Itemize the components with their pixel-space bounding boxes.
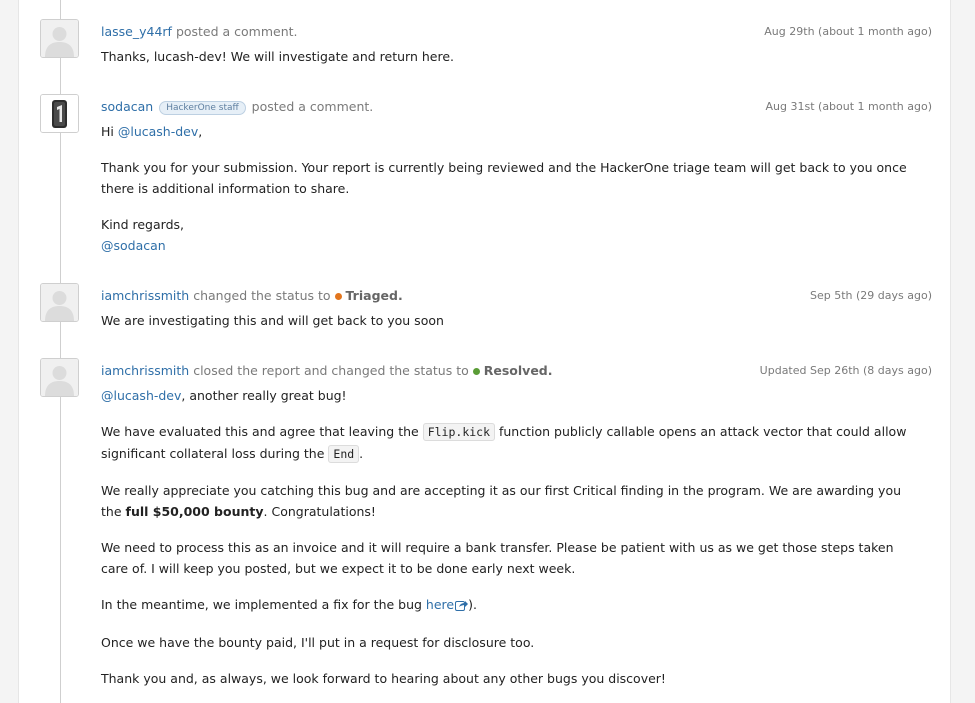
comment-paragraph: Thank you for your submission. Your repo… <box>101 160 907 196</box>
comment-text: Thanks, lucash-dev! We will investigate … <box>101 49 454 64</box>
comment-intro: @lucash-dev, another really great bug! <box>101 385 913 406</box>
text-span: . Congratulations! <box>263 504 376 519</box>
comment-body: Hi @lucash-dev, Thank you for your submi… <box>101 121 913 256</box>
bottle-avatar-icon <box>41 95 78 132</box>
username-link[interactable]: iamchrissmith <box>101 288 189 303</box>
greeting: Hi @lucash-dev, <box>101 121 913 142</box>
timestamp[interactable]: Aug 29th (about 1 month ago) <box>764 25 932 38</box>
person-silhouette-icon <box>41 20 78 57</box>
avatar[interactable] <box>40 283 79 322</box>
comment-meta: sodacan HackerOne staff posted a comment… <box>101 99 373 115</box>
comment-paragraph: Once we have the bounty paid, I'll put i… <box>101 635 535 650</box>
timestamp[interactable]: Updated Sep 26th (8 days ago) <box>760 364 932 377</box>
signature: @sodacan <box>101 235 913 256</box>
comment-body: We are investigating this and will get b… <box>101 310 913 331</box>
staff-badge: HackerOne staff <box>159 101 246 115</box>
activity-timeline: lasse_y44rf posted a comment. Aug 29th (… <box>18 0 951 703</box>
status-dot-icon <box>334 293 342 300</box>
username-link[interactable]: sodacan <box>101 99 153 114</box>
comment-body: @lucash-dev, another really great bug! W… <box>101 385 913 689</box>
signoff: Kind regards, <box>101 217 184 232</box>
username-link[interactable]: iamchrissmith <box>101 363 189 378</box>
mention-link[interactable]: @lucash-dev <box>118 124 198 139</box>
status-label: Resolved. <box>483 363 553 378</box>
code-snippet: Flip.kick <box>422 423 496 441</box>
code-snippet: End <box>328 445 360 463</box>
action-text: posted a comment. <box>175 24 298 39</box>
comment-text: We are investigating this and will get b… <box>101 313 444 328</box>
status-dot-icon <box>472 368 480 375</box>
comment-body: Thanks, lucash-dev! We will investigate … <box>101 46 913 67</box>
comment-meta: lasse_y44rf posted a comment. <box>101 24 298 39</box>
text-span: . <box>359 446 364 461</box>
comment-paragraph: We have evaluated this and agree that le… <box>101 421 913 465</box>
timestamp[interactable]: Sep 5th (29 days ago) <box>810 289 932 302</box>
action-text: posted a comment. <box>251 99 374 114</box>
intro-text: , another really great bug! <box>181 388 347 403</box>
text-span: We have evaluated this and agree that le… <box>101 424 423 439</box>
comment-paragraph: In the meantime, we implemented a fix fo… <box>101 594 913 617</box>
comment-meta: iamchrissmith closed the report and chan… <box>101 363 553 378</box>
avatar[interactable] <box>40 358 79 397</box>
comment-paragraph: Thank you and, as always, we look forwar… <box>101 671 666 686</box>
greeting-prefix: Hi <box>101 124 118 139</box>
person-silhouette-icon <box>41 284 78 321</box>
avatar[interactable] <box>40 94 79 133</box>
text-span: In the meantime, we implemented a fix fo… <box>101 597 426 612</box>
mention-link[interactable]: @sodacan <box>101 238 166 253</box>
mention-link[interactable]: @lucash-dev <box>101 388 181 403</box>
text-span: ). <box>468 597 477 612</box>
avatar[interactable] <box>40 19 79 58</box>
comment-paragraph: We really appreciate you catching this b… <box>101 480 913 522</box>
fix-link[interactable]: here <box>426 597 454 612</box>
comment-meta: iamchrissmith changed the status to Tria… <box>101 288 403 303</box>
username-link[interactable]: lasse_y44rf <box>101 24 172 39</box>
action-text: changed the status to <box>193 288 331 303</box>
person-silhouette-icon <box>41 359 78 396</box>
timestamp[interactable]: Aug 31st (about 1 month ago) <box>766 100 932 113</box>
status-label: Triaged. <box>345 288 403 303</box>
action-text: closed the report and changed the status… <box>193 363 469 378</box>
comment-paragraph: We need to process this as an invoice an… <box>101 540 894 576</box>
external-link-icon[interactable] <box>455 596 469 617</box>
bounty-amount: full $50,000 bounty <box>125 504 264 519</box>
greeting-suffix: , <box>198 124 203 139</box>
